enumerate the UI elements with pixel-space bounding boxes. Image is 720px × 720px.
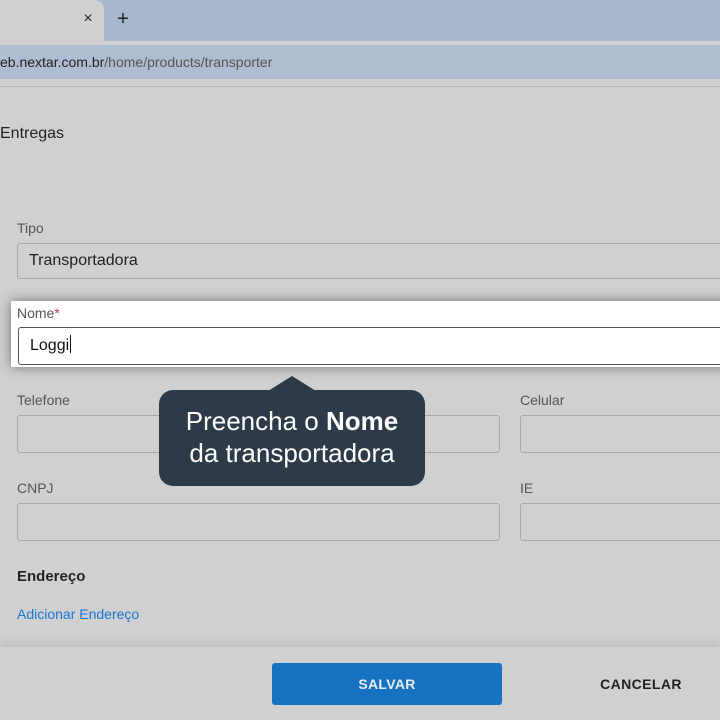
- tooltip-prefix: Preencha o: [185, 406, 326, 436]
- hint-tooltip: Preencha o Nome da transportadora: [159, 390, 425, 486]
- new-tab-icon[interactable]: +: [112, 8, 134, 30]
- address-bar[interactable]: eb.nextar.com.br/home/products/transport…: [0, 45, 720, 79]
- text-caret: [70, 335, 72, 353]
- nome-label: Nome*: [17, 305, 60, 321]
- endereco-section-title: Endereço: [17, 568, 86, 585]
- nome-value-text: Loggi: [30, 337, 70, 354]
- close-tab-icon[interactable]: ×: [78, 9, 98, 29]
- tooltip-bold: Nome: [325, 406, 399, 436]
- tipo-field[interactable]: Transportadora: [17, 243, 720, 279]
- tooltip-arrow: [268, 376, 316, 391]
- tipo-label: Tipo: [17, 220, 44, 236]
- telefone-label: Telefone: [17, 392, 70, 408]
- cancel-button[interactable]: CANCELAR: [582, 663, 700, 705]
- ie-field[interactable]: [520, 503, 720, 541]
- save-button[interactable]: SALVAR: [272, 663, 502, 705]
- nome-label-text: Nome: [17, 305, 55, 321]
- ie-label: IE: [520, 480, 534, 496]
- page-title: Entregas: [0, 125, 65, 142]
- url-host: eb.nextar.com.br: [0, 54, 105, 70]
- nome-input[interactable]: Loggi: [18, 327, 720, 365]
- tooltip-line-2: da transportadora: [189, 438, 395, 468]
- required-marker: *: [54, 305, 60, 321]
- nome-value: Loggi: [30, 328, 72, 364]
- browser-tab-bar: × +: [0, 0, 720, 41]
- chrome-divider: [0, 86, 720, 87]
- browser-tab[interactable]: ×: [0, 0, 104, 41]
- tipo-value: Transportadora: [29, 252, 138, 269]
- browser-toolbar: eb.nextar.com.br/home/products/transport…: [0, 41, 720, 81]
- tooltip-line-1: Preencha o Nome: [159, 405, 425, 437]
- cnpj-label: CNPJ: [17, 480, 54, 496]
- add-address-link[interactable]: Adicionar Endereço: [17, 606, 139, 622]
- celular-field[interactable]: [520, 415, 720, 453]
- address-url: eb.nextar.com.br/home/products/transport…: [0, 45, 272, 79]
- url-path: /home/products/transporter: [104, 54, 273, 70]
- celular-label: Celular: [520, 392, 565, 408]
- cnpj-field[interactable]: [17, 503, 500, 541]
